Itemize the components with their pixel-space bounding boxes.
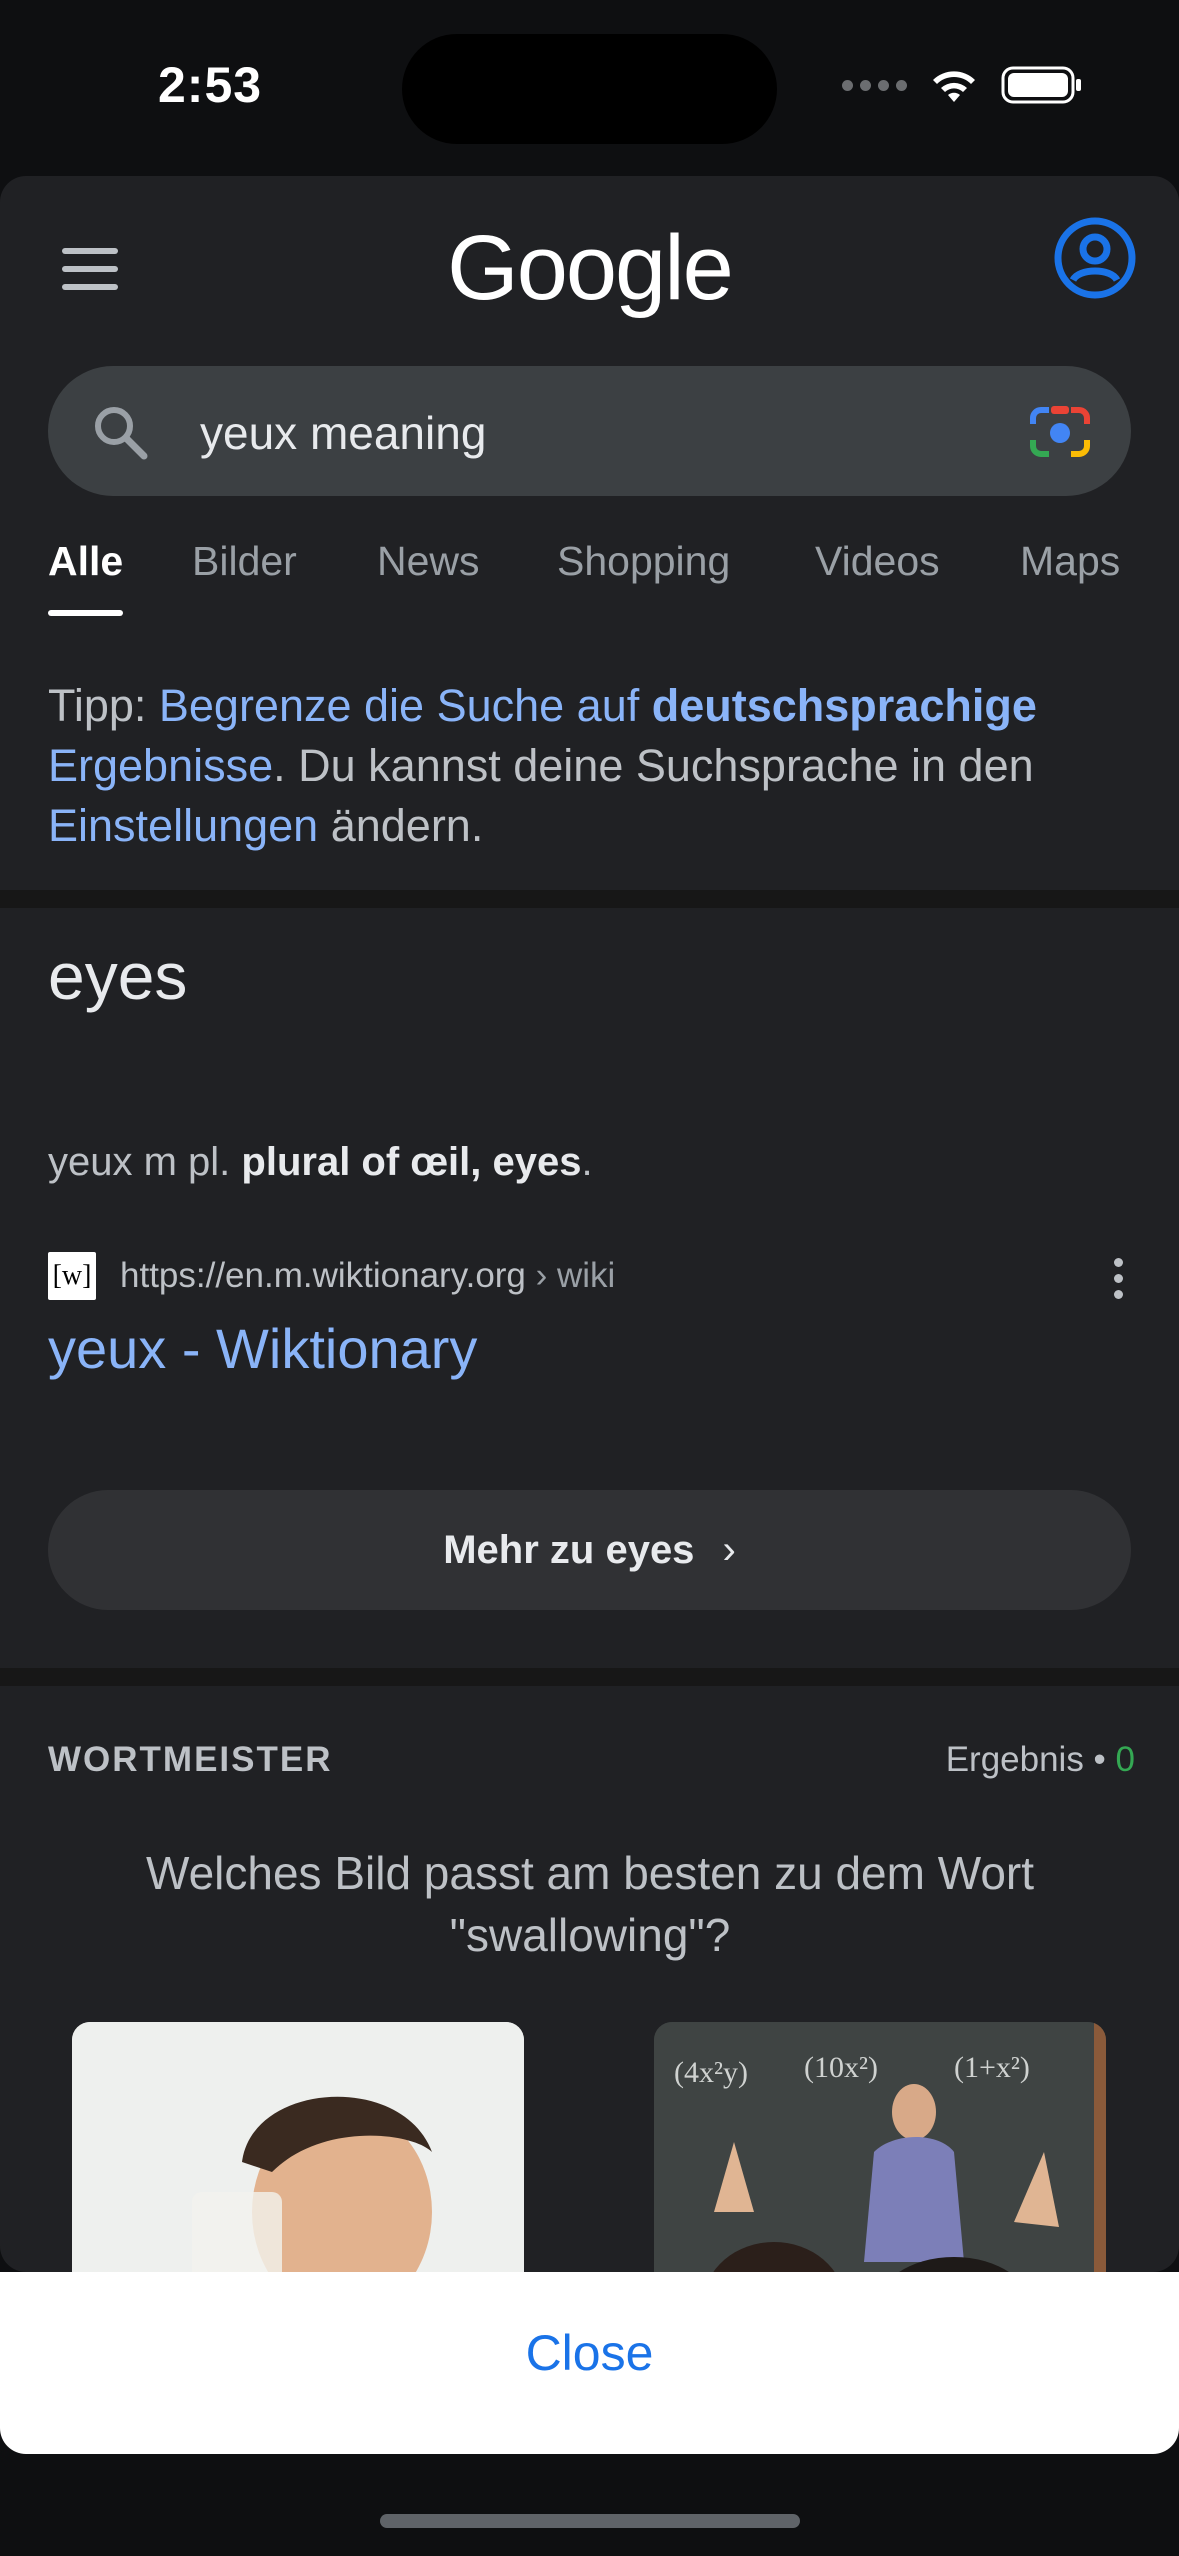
svg-text:(1+x²): (1+x²) (954, 2051, 1030, 2084)
status-bar: 2:53 (0, 0, 1179, 178)
google-header: Google (0, 176, 1179, 366)
more-options-icon[interactable] (1111, 1258, 1125, 1302)
tab-news[interactable]: News (377, 538, 480, 618)
browser-sheet: Google yeux meaning Alle Bilder News Sho… (0, 176, 1179, 2272)
section-divider (0, 890, 1179, 908)
answer-title: eyes (48, 939, 188, 1013)
language-tip: Tipp: Begrenze die Suche auf deutschspra… (48, 676, 1138, 856)
google-lens-icon[interactable] (1029, 404, 1091, 460)
tab-shopping[interactable]: Shopping (557, 538, 730, 618)
result-title-link[interactable]: yeux - Wiktionary (48, 1316, 477, 1381)
svg-text:(10x²): (10x²) (804, 2051, 878, 2084)
account-icon[interactable] (1053, 216, 1137, 300)
quiz-image-option-1[interactable] (72, 2022, 524, 2272)
tip-prefix: Tipp: (48, 680, 159, 731)
more-about-button[interactable]: Mehr zu eyes › (48, 1490, 1131, 1610)
svg-text:(4x²y): (4x²y) (674, 2056, 748, 2089)
tab-videos[interactable]: Videos (815, 538, 940, 618)
source-row[interactable]: [w] https://en.m.wiktionary.org › wiki (48, 1252, 1131, 1302)
chevron-right-icon: › (722, 1528, 736, 1572)
cellular-signal-icon (842, 79, 907, 91)
tip-suffix: ändern. (318, 800, 484, 851)
boy-drinking-milk-image (72, 2022, 524, 2272)
status-icons (842, 66, 1083, 104)
status-time: 2:53 (158, 57, 263, 113)
dynamic-island (402, 34, 777, 144)
classroom-teacher-image: (4x²y) (10x²) (1+x²) (654, 2022, 1106, 2272)
section-divider (0, 1668, 1179, 1686)
google-logo[interactable]: Google (0, 216, 1179, 321)
settings-link[interactable]: Einstellungen (48, 800, 318, 851)
wortmeister-score: Ergebnis • 0 (945, 1740, 1135, 1779)
search-input[interactable]: yeux meaning (200, 406, 486, 460)
answer-snippet: yeux m pl. plural of œil, eyes. (48, 1140, 593, 1184)
tab-bilder[interactable]: Bilder (192, 538, 297, 618)
wiktionary-favicon-icon: [w] (48, 1252, 96, 1300)
search-tabs: Alle Bilder News Shopping Videos Maps (0, 538, 1179, 628)
home-indicator[interactable] (380, 2514, 800, 2528)
tab-alle[interactable]: Alle (48, 538, 124, 618)
close-sheet: Close (0, 2272, 1179, 2454)
wortmeister-question: Welches Bild passt am besten zu dem Wort… (145, 1847, 1034, 1961)
search-box[interactable]: yeux meaning (48, 366, 1131, 496)
battery-icon (1001, 66, 1081, 104)
tip-middle: . Du kannst deine Suchsprache in den (273, 740, 1034, 791)
close-button[interactable]: Close (0, 2324, 1179, 2382)
quiz-image-option-2[interactable]: (4x²y) (10x²) (1+x²) (654, 2022, 1106, 2272)
tab-maps[interactable]: Maps (1020, 538, 1120, 618)
wortmeister-label: WORTMEISTER (48, 1740, 333, 1779)
search-icon[interactable] (90, 402, 150, 462)
wifi-icon (933, 71, 975, 102)
source-url[interactable]: https://en.m.wiktionary.org › wiki (120, 1256, 615, 1296)
